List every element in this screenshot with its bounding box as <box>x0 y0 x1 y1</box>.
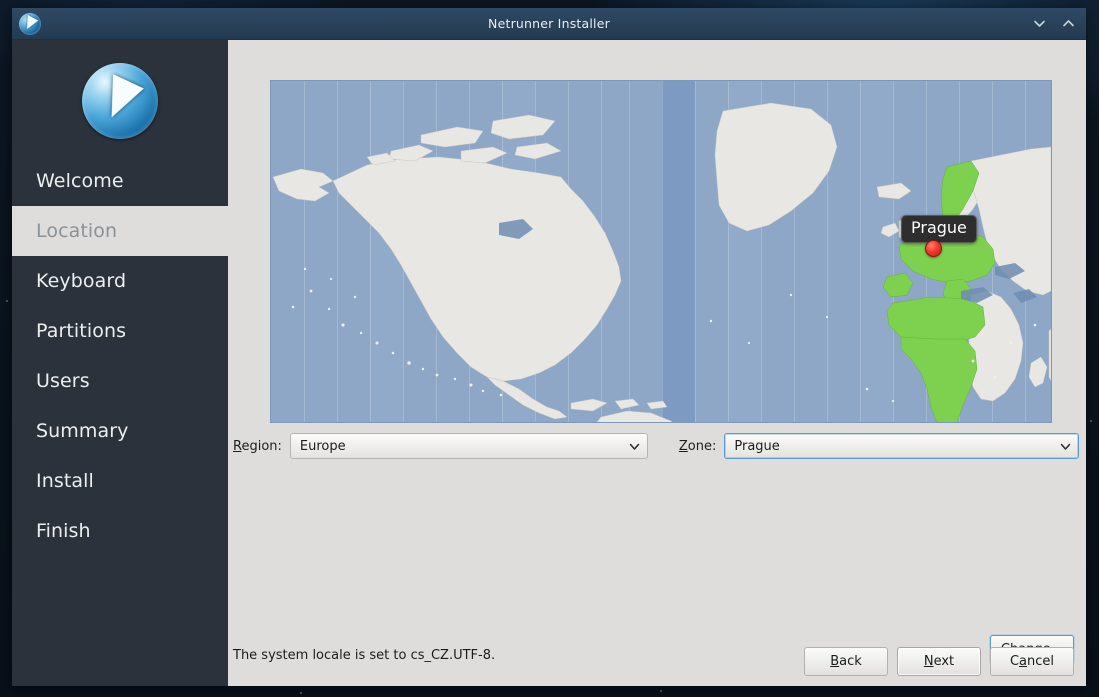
timezone-map[interactable]: Prague <box>270 80 1052 423</box>
locale-status-text: The system locale is set to cs_CZ.UTF-8. <box>233 648 496 663</box>
sidebar-item-label: Users <box>36 370 90 392</box>
sidebar-item-label: Welcome <box>36 170 124 192</box>
zone-select-value: Prague <box>734 438 780 454</box>
sidebar-item-label: Finish <box>36 520 91 542</box>
zone-select[interactable]: Prague <box>724 433 1080 459</box>
location-tooltip: Prague <box>901 215 977 243</box>
region-select[interactable]: Europe <box>289 433 648 459</box>
sidebar-item-install[interactable]: Install <box>12 456 228 506</box>
sidebar-item-label: Summary <box>36 420 129 442</box>
netrunner-compass-icon <box>19 12 41 35</box>
zone-label-rest: one: <box>687 438 717 454</box>
installer-window: Netrunner Installer Welcome Location Key <box>12 8 1086 686</box>
sidebar-item-label: Install <box>36 470 94 492</box>
sidebar-item-label: Partitions <box>36 320 127 342</box>
sidebar-item-label: Keyboard <box>36 270 127 292</box>
window-body: Welcome Location Keyboard Partitions Use… <box>12 40 1086 686</box>
next-button-rest: ext <box>933 654 955 669</box>
sidebar-item-label: Location <box>36 220 118 242</box>
region-label-rest: egion: <box>241 438 282 454</box>
region-label: Region: <box>233 439 282 454</box>
next-button[interactable]: Next <box>897 647 981 676</box>
chevron-down-icon <box>628 440 641 453</box>
sidebar-item-keyboard[interactable]: Keyboard <box>12 256 228 306</box>
back-button-rest: ack <box>839 654 862 669</box>
region-zone-row: Region: Europe Zone: Prague <box>228 433 1086 459</box>
location-page: Prague Region: Europe Zone: Prague The s… <box>228 40 1086 686</box>
sidebar-item-partitions[interactable]: Partitions <box>12 306 228 356</box>
wizard-button-row: Back Next Ca ncel <box>804 647 1074 676</box>
region-select-value: Europe <box>299 438 346 454</box>
zone-label: Zone: <box>679 439 716 454</box>
next-button-accel: N <box>923 654 934 669</box>
chevron-down-icon <box>1059 440 1072 453</box>
sidebar-item-finish[interactable]: Finish <box>12 506 228 556</box>
window-controls <box>1032 16 1076 31</box>
back-button[interactable]: Back <box>804 647 888 676</box>
sidebar-logo <box>12 40 228 156</box>
chevron-down-icon[interactable] <box>1032 16 1047 31</box>
zone-label-accel: Z <box>678 438 688 454</box>
chevron-up-icon[interactable] <box>1061 16 1076 31</box>
window-title: Netrunner Installer <box>488 16 610 31</box>
window-titlebar[interactable]: Netrunner Installer <box>12 8 1086 40</box>
installer-sidebar: Welcome Location Keyboard Partitions Use… <box>12 40 264 686</box>
cancel-button-rest: ncel <box>1027 654 1055 669</box>
sidebar-item-summary[interactable]: Summary <box>12 406 228 456</box>
netrunner-logo-icon <box>82 63 158 139</box>
sidebar-item-location[interactable]: Location <box>12 206 264 256</box>
location-marker[interactable] <box>925 240 942 257</box>
back-button-accel: B <box>830 654 840 669</box>
sidebar-item-users[interactable]: Users <box>12 356 228 406</box>
sidebar-item-welcome[interactable]: Welcome <box>12 156 228 206</box>
cancel-button[interactable]: Ca ncel <box>990 647 1074 676</box>
cancel-button-pre: Ca <box>1009 654 1028 669</box>
